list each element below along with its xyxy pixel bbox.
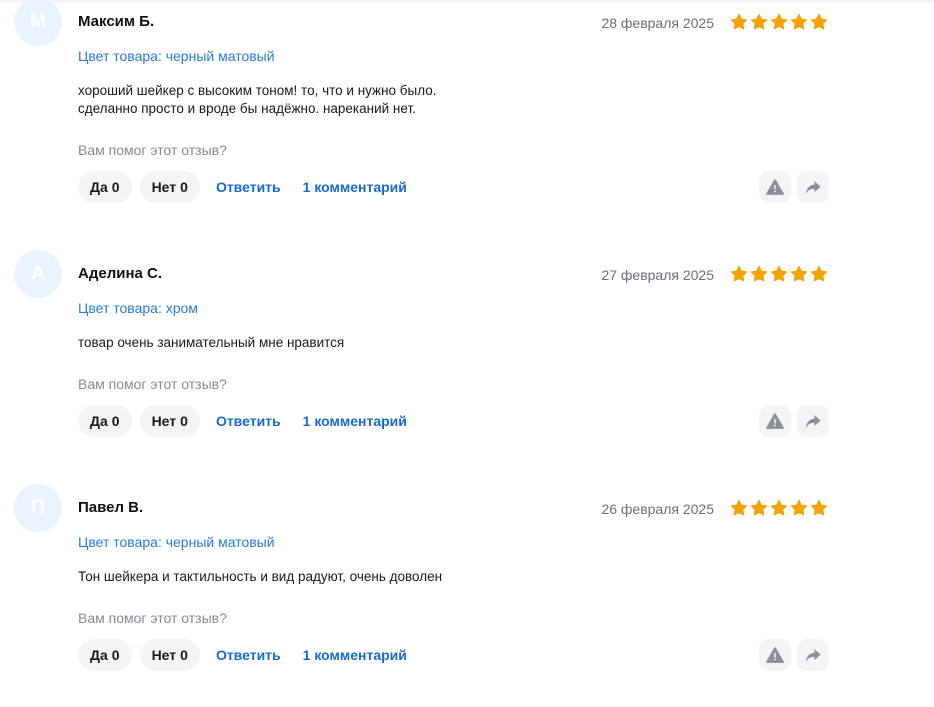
- no-count: 0: [180, 413, 188, 429]
- rating-stars: [730, 13, 828, 31]
- star-icon: [770, 265, 788, 282]
- helpful-yes-button[interactable]: Да 0: [78, 639, 132, 671]
- helpful-no-button[interactable]: Нет 0: [139, 171, 200, 203]
- star-icon: [750, 499, 768, 516]
- review-text: хороший шейкер с высоким тоном! то, что …: [78, 82, 638, 118]
- no-label: Нет: [151, 647, 177, 663]
- star-icon: [730, 265, 748, 282]
- review-card: П Павел В. 26 февраля 2025 Цвет товара: …: [0, 484, 934, 698]
- review-author: Максим Б.: [78, 13, 155, 30]
- reply-link[interactable]: Ответить: [216, 647, 281, 663]
- review-actions: Да 0 Нет 0 Ответить 1 комментарий: [78, 171, 413, 203]
- star-icon: [730, 13, 748, 30]
- star-icon: [810, 13, 828, 30]
- helpful-no-button[interactable]: Нет 0: [139, 639, 200, 671]
- yes-label: Да: [90, 413, 108, 429]
- warning-icon: [766, 646, 784, 664]
- no-count: 0: [180, 647, 188, 663]
- star-icon: [790, 13, 808, 30]
- star-icon: [750, 13, 768, 30]
- no-label: Нет: [151, 413, 177, 429]
- helpful-question: Вам помог этот отзыв?: [78, 376, 227, 392]
- avatar: П: [14, 484, 62, 532]
- comments-link[interactable]: 1 комментарий: [303, 179, 407, 195]
- star-icon: [790, 265, 808, 282]
- avatar: М: [14, 0, 62, 46]
- product-color-label: Цвет товара: черный матовый: [78, 534, 275, 550]
- yes-count: 0: [111, 647, 120, 663]
- reply-link[interactable]: Ответить: [216, 413, 281, 429]
- review-text: Тон шейкера и тактильность и вид радуют,…: [78, 568, 638, 586]
- reply-link[interactable]: Ответить: [216, 179, 281, 195]
- review-text-line: товар очень занимательный мне нравится: [78, 335, 345, 350]
- star-icon: [770, 499, 788, 516]
- yes-label: Да: [90, 179, 108, 195]
- star-icon: [750, 265, 768, 282]
- share-button[interactable]: [797, 405, 829, 437]
- helpful-yes-button[interactable]: Да 0: [78, 405, 132, 437]
- report-button[interactable]: [759, 639, 791, 671]
- share-arrow-icon: [804, 412, 822, 430]
- yes-count: 0: [111, 413, 120, 429]
- rating-stars: [730, 499, 828, 517]
- review-card: А Аделина С. 27 февраля 2025 Цвет товара…: [0, 250, 934, 464]
- star-icon: [770, 13, 788, 30]
- helpful-yes-button[interactable]: Да 0: [78, 171, 132, 203]
- review-text-line: сделанно просто и вроде бы надёжно. наре…: [78, 101, 416, 116]
- review-author: Аделина С.: [78, 265, 163, 282]
- product-color-label: Цвет товара: черный матовый: [78, 48, 275, 64]
- star-icon: [810, 265, 828, 282]
- no-count: 0: [180, 179, 188, 195]
- helpful-question: Вам помог этот отзыв?: [78, 142, 227, 158]
- comments-link[interactable]: 1 комментарий: [303, 647, 407, 663]
- review-date: 27 февраля 2025: [601, 267, 714, 283]
- review-text: товар очень занимательный мне нравится: [78, 334, 638, 352]
- share-arrow-icon: [804, 178, 822, 196]
- no-label: Нет: [151, 179, 177, 195]
- avatar: А: [14, 250, 62, 298]
- warning-icon: [766, 178, 784, 196]
- helpful-question: Вам помог этот отзыв?: [78, 610, 227, 626]
- review-actions: Да 0 Нет 0 Ответить 1 комментарий: [78, 405, 413, 437]
- report-button[interactable]: [759, 405, 791, 437]
- report-button[interactable]: [759, 171, 791, 203]
- comments-link[interactable]: 1 комментарий: [303, 413, 407, 429]
- product-color-label: Цвет товара: хром: [78, 300, 198, 316]
- review-actions: Да 0 Нет 0 Ответить 1 комментарий: [78, 639, 413, 671]
- star-icon: [790, 499, 808, 516]
- review-date: 26 февраля 2025: [601, 501, 714, 517]
- review-text-line: хороший шейкер с высоким тоном! то, что …: [78, 83, 437, 98]
- review-date: 28 февраля 2025: [601, 15, 714, 31]
- star-icon: [730, 499, 748, 516]
- review-text-line: Тон шейкера и тактильность и вид радуют,…: [78, 569, 443, 584]
- share-button[interactable]: [797, 639, 829, 671]
- review-author: Павел В.: [78, 499, 144, 516]
- share-arrow-icon: [804, 646, 822, 664]
- yes-label: Да: [90, 647, 108, 663]
- yes-count: 0: [111, 179, 120, 195]
- rating-stars: [730, 265, 828, 283]
- star-icon: [810, 499, 828, 516]
- warning-icon: [766, 412, 784, 430]
- helpful-no-button[interactable]: Нет 0: [139, 405, 200, 437]
- review-card: М Максим Б. 28 февраля 2025 Цвет товара:…: [0, 0, 934, 212]
- share-button[interactable]: [797, 171, 829, 203]
